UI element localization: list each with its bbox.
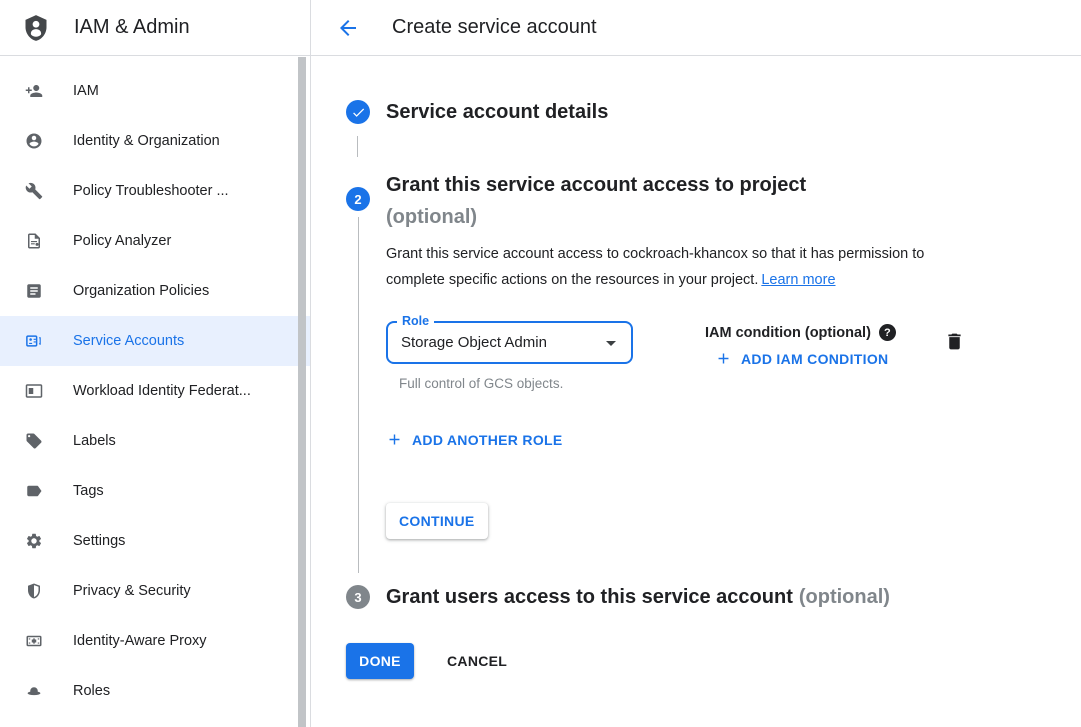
sidebar-item-service-accounts[interactable]: Service Accounts [0,316,310,366]
continue-button[interactable]: CONTINUE [386,503,488,539]
role-field-group: Role Storage Object Admin Full control o… [386,321,633,391]
sidebar-item-settings[interactable]: Settings [0,516,310,566]
help-icon[interactable]: ? [879,324,896,341]
step2-marker-column: 2 [346,169,370,539]
step2-body: Grant this service account access to pro… [386,169,1081,539]
step3-title: Grant users access to this service accou… [386,585,890,609]
sidebar-item-label: Policy Analyzer [73,233,171,249]
sidebar-item-organization-policies[interactable]: Organization Policies [0,266,310,316]
sidebar-item-policy-analyzer[interactable]: Policy Analyzer [0,216,310,266]
step-connector-line [357,136,358,157]
step2-row: 2 Grant this service account access to p… [346,169,1081,539]
sidebar-item-identity-organization[interactable]: Identity & Organization [0,116,310,166]
sidebar-item-label: Organization Policies [73,283,209,299]
step3-number-badge: 3 [346,585,370,609]
sidebar-item-iam[interactable]: IAM [0,66,310,116]
role-field-label: Role [397,314,434,328]
label-icon [24,481,44,501]
robot-card-icon [24,331,44,351]
iam-admin-console: IAM & Admin IAM Identity & Organization … [0,0,1081,727]
learn-more-link[interactable]: Learn more [761,272,835,288]
sidebar-item-roles[interactable]: Roles [0,666,310,716]
step2-number-badge: 2 [346,187,370,211]
step1-row: Service account details [346,100,1081,124]
sidebar: IAM & Admin IAM Identity & Organization … [0,0,311,727]
page-header: Create service account [311,0,1081,56]
document-search-icon [24,231,44,251]
step-connector-line [358,217,359,573]
sidebar-item-label: Workload Identity Federat... [73,383,251,399]
dropdown-arrow-icon [599,331,623,355]
main-panel: Create service account Service account d… [311,0,1081,727]
sidebar-item-label: Policy Troubleshooter ... [73,183,229,199]
sidebar-item-privacy-security[interactable]: Privacy & Security [0,566,310,616]
plus-icon [386,431,403,448]
role-selected-value: Storage Object Admin [401,334,547,351]
sidebar-item-label: Tags [73,483,104,499]
step1-check-icon [346,100,370,124]
step2-description: Grant this service account access to coc… [386,241,986,293]
step3-optional-label: (optional) [799,586,890,608]
sidebar-item-tags[interactable]: Tags [0,466,310,516]
iam-condition-label-row: IAM condition (optional) ? [705,324,896,341]
shield-half-icon [24,581,44,601]
sidebar-item-label: Settings [73,533,125,549]
role-row: Role Storage Object Admin Full control o… [386,321,1081,391]
sidebar-nav: IAM Identity & Organization Policy Troub… [0,56,310,716]
document-lines-icon [24,281,44,301]
add-another-role-button[interactable]: ADD ANOTHER ROLE [386,431,563,448]
proxy-grid-icon [24,631,44,651]
person-circle-icon [24,131,44,151]
id-card-icon [24,381,44,401]
gear-icon [24,531,44,551]
sidebar-item-policy-troubleshooter[interactable]: Policy Troubleshooter ... [0,166,310,216]
step2-optional-label: (optional) [386,201,1081,233]
sidebar-item-workload-identity-federation[interactable]: Workload Identity Federat... [0,366,310,416]
step1-title: Service account details [386,100,608,124]
person-add-icon [24,81,44,101]
sidebar-item-label: Privacy & Security [73,583,191,599]
page-title: Create service account [392,16,597,39]
sidebar-item-label: Identity-Aware Proxy [73,633,207,649]
sidebar-item-label: Labels [73,433,116,449]
iam-condition-label: IAM condition (optional) [705,325,871,341]
plus-icon [715,350,732,367]
app-title: IAM & Admin [74,16,190,39]
role-select[interactable]: Role Storage Object Admin [386,321,633,364]
step2-title: Grant this service account access to pro… [386,169,1081,233]
cancel-button[interactable]: CANCEL [447,653,507,669]
sidebar-item-label: Roles [73,683,110,699]
step3-row: 3 Grant users access to this service acc… [346,585,1081,609]
sidebar-item-identity-aware-proxy[interactable]: Identity-Aware Proxy [0,616,310,666]
sidebar-scrollbar[interactable] [298,57,306,727]
iam-condition-group: IAM condition (optional) ? ADD IAM CONDI… [705,324,896,367]
delete-role-button[interactable] [944,331,965,352]
sidebar-item-labels[interactable]: Labels [0,416,310,466]
sidebar-header: IAM & Admin [0,0,310,56]
add-iam-condition-button[interactable]: ADD IAM CONDITION [715,350,888,367]
tag-icon [24,431,44,451]
wrench-icon [24,181,44,201]
sidebar-item-label: Service Accounts [73,333,184,349]
sidebar-item-label: IAM [73,83,99,99]
sidebar-item-label: Identity & Organization [73,133,220,149]
shield-person-icon [22,14,50,42]
hat-icon [24,681,44,701]
back-arrow-icon[interactable] [336,16,360,40]
form-actions: DONE CANCEL [346,643,1081,679]
role-helper-text: Full control of GCS objects. [386,376,633,391]
wizard-content: Service account details 2 Grant this ser… [311,56,1081,679]
done-button[interactable]: DONE [346,643,414,679]
